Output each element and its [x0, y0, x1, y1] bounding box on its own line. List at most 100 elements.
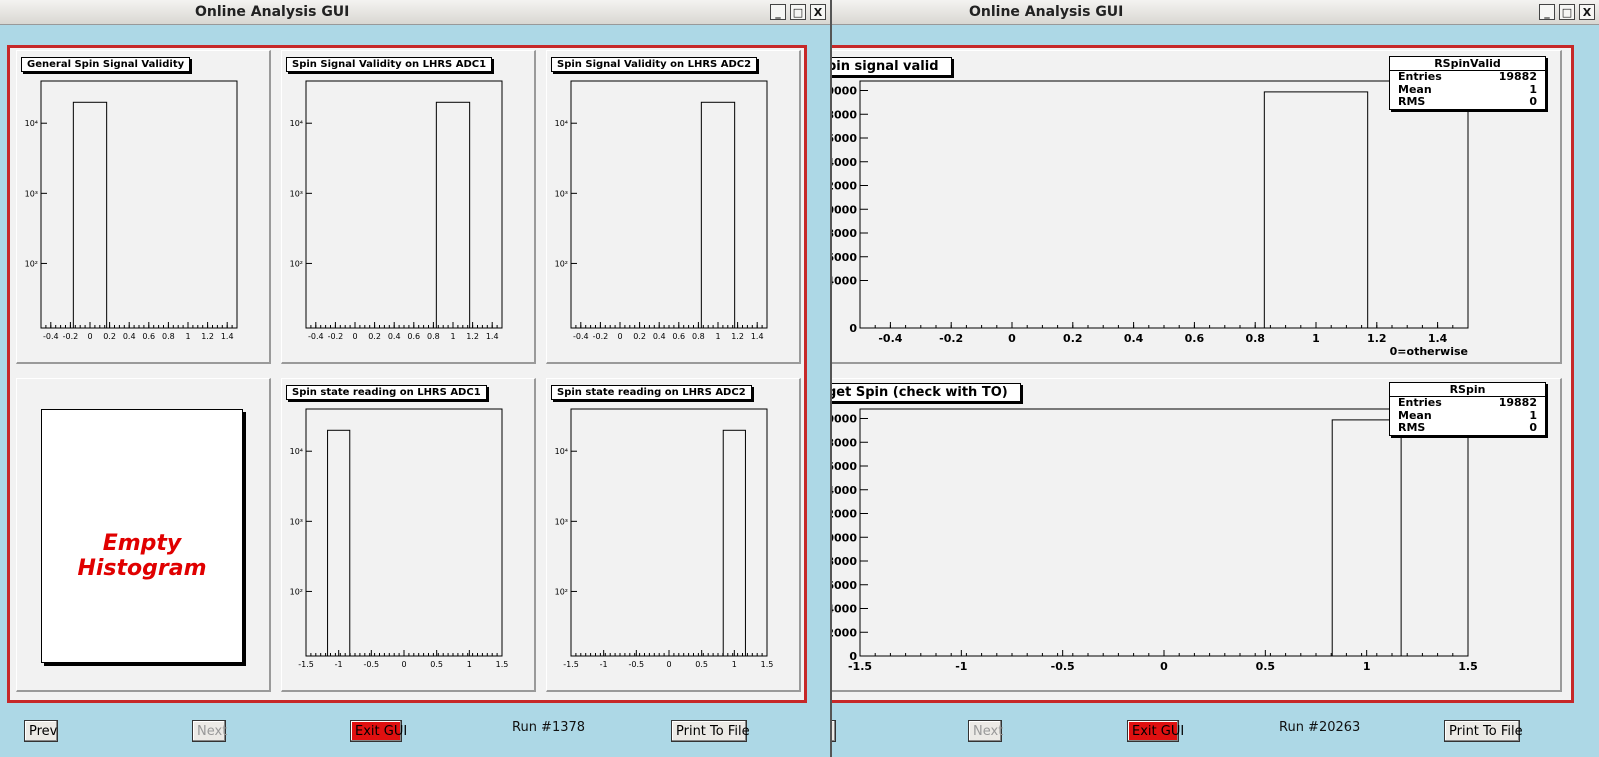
window-title: Online Analysis GUI	[195, 4, 350, 20]
y-tick-label: 4000	[832, 156, 857, 169]
x-tick-label: 1	[450, 332, 455, 341]
plot-frame	[305, 408, 503, 657]
stats-value: 0	[1529, 421, 1537, 434]
x-tick-label: 1.2	[201, 332, 214, 341]
y-tick-label: 10²	[25, 259, 38, 268]
x-tick-label: 1	[732, 660, 737, 669]
empty-histogram: Empty Histogram	[41, 409, 243, 663]
x-tick-label: -0.5	[1051, 660, 1075, 673]
x-tick-label: 1	[185, 332, 190, 341]
y-tick-label: 2000	[832, 508, 857, 521]
prev-button-partial[interactable]	[832, 720, 836, 742]
x-tick-label: 1.4	[221, 332, 234, 341]
x-tick-label: -1	[600, 660, 608, 669]
x-tick-label: -0.2	[328, 332, 344, 341]
plot-title: Spin state reading on LHRS ADC2	[551, 385, 752, 400]
histogram-plot: -1.5 -1 -0.5 0 0.5 1 1.5 10² 10³ 10⁴	[290, 408, 508, 669]
x-tick-label: -0.5	[364, 660, 380, 669]
plot-pad[interactable]: -0.4 -0.2 0 0.2 0.4 0.6 0.8 1 1.2 1.4 10² 10³ 10⁴ Sp…	[546, 50, 801, 364]
plot-frame	[305, 80, 503, 329]
x-tick-label: 0	[87, 332, 92, 341]
plot-title: pin signal valid	[832, 57, 952, 76]
next-button[interactable]: Next	[968, 720, 1003, 742]
canvas-frame: -0.4 -0.2 0 0.2 0.4 0.6 0.8 1 1.2 1.4 0 4000 6000 800…	[832, 45, 1574, 703]
x-tick-label: 0	[1008, 332, 1016, 345]
x-tick-label: 0.5	[1256, 660, 1276, 673]
y-tick-label: 2000	[832, 626, 857, 639]
y-tick-label: 10⁴	[25, 119, 38, 128]
y-tick-label: 8000	[832, 108, 857, 121]
x-tick-label: -1.5	[563, 660, 579, 669]
y-tick-label: 10²	[555, 587, 568, 596]
x-tick-label: 0.2	[368, 332, 381, 341]
plot-pad[interactable]: -1.5 -1 -0.5 0 0.5 1 1.5 10² 10³ 10⁴ Spin state r…	[281, 378, 536, 692]
plot-pad[interactable]: -0.4 -0.2 0 0.2 0.4 0.6 0.8 1 1.2 1.4 0 4000 6000 800…	[832, 50, 1562, 364]
x-tick-label: -0.4	[43, 332, 59, 341]
x-tick-label: 0	[666, 660, 671, 669]
analysis-window-left: Online Analysis GUI _ □ X -0.4 -0.2 0 0.2 0.…	[0, 0, 832, 757]
close-icon[interactable]: X	[810, 4, 826, 20]
canvas-frame: -0.4 -0.2 0 0.2 0.4 0.6 0.8 1 1.2 1.4 10² 10³ 10⁴ Ge…	[7, 45, 807, 703]
plot-frame	[570, 408, 768, 657]
plot-title: Spin Signal Validity on LHRS ADC2	[551, 57, 758, 72]
histogram-plot: -1.5 -1 -0.5 0 0.5 1 1.5 10² 10³ 10⁴	[555, 408, 773, 669]
x-tick-label: -1	[335, 660, 343, 669]
plot-frame	[859, 408, 1469, 657]
histogram-plot: -0.4 -0.2 0 0.2 0.4 0.6 0.8 1 1.2 1.4 10² 10³ 10⁴	[290, 80, 503, 341]
title-bar[interactable]: Online Analysis GUI _ □ X	[0, 0, 830, 25]
x-tick-label: 0.8	[1245, 332, 1265, 345]
x-tick-label: 1.4	[751, 332, 764, 341]
exit-gui-button[interactable]: Exit GUI	[350, 720, 407, 742]
x-tick-label: 0	[617, 332, 622, 341]
y-tick-label: 0	[849, 322, 857, 335]
exit-gui-button[interactable]: Exit GUI	[1127, 720, 1184, 742]
histogram-plot: -0.4 -0.2 0 0.2 0.4 0.6 0.8 1 1.2 1.4 10² 10³ 10⁴	[555, 80, 768, 341]
x-tick-label: -0.5	[629, 660, 645, 669]
y-tick-label: 8000	[832, 436, 857, 449]
plot-title: General Spin Signal Validity	[21, 57, 191, 72]
y-tick-label: 0000	[832, 413, 857, 426]
minimize-icon[interactable]: _	[770, 4, 786, 20]
stats-value: 19882	[1498, 70, 1537, 83]
y-tick-label: 10³	[290, 517, 303, 526]
plot-title: Spin state reading on LHRS ADC1	[286, 385, 487, 400]
plot-pad[interactable]: -1.5 -1 -0.5 0 0.5 1 1.5 10² 10³ 10⁴ Spin state r…	[546, 378, 801, 692]
plot-pad[interactable]: -0.4 -0.2 0 0.2 0.4 0.6 0.8 1 1.2 1.4 10² 10³ 10⁴ Ge…	[16, 50, 271, 364]
run-number-label: Run #20263	[1279, 720, 1361, 735]
plot-pad[interactable]: -1.5 -1 -0.5 0 0.5 1 1.5 0 2000 4000 6000 8000 0000 2…	[832, 378, 1562, 692]
y-tick-label: 8000	[832, 555, 857, 568]
y-tick-label: 6000	[832, 579, 857, 592]
plot-pad[interactable]: -0.4 -0.2 0 0.2 0.4 0.6 0.8 1 1.2 1.4 10² 10³ 10⁴ Sp…	[281, 50, 536, 364]
close-icon[interactable]: X	[1579, 4, 1595, 20]
maximize-icon[interactable]: □	[790, 4, 806, 20]
y-tick-label: 6000	[832, 251, 857, 264]
plot-frame	[570, 80, 768, 329]
y-tick-label: 10²	[555, 259, 568, 268]
stats-label: Entries	[1398, 396, 1442, 409]
title-bar[interactable]: Online Analysis GUI _ □ X	[832, 0, 1599, 25]
print-to-file-button[interactable]: Print To File	[1444, 720, 1523, 742]
x-tick-label: -1.5	[298, 660, 314, 669]
y-tick-label: 10²	[290, 259, 303, 268]
next-button[interactable]: Next	[192, 720, 227, 742]
empty-histogram-text: Empty Histogram	[77, 531, 207, 581]
y-tick-label: 10⁴	[555, 119, 568, 128]
y-tick-label: 0000	[832, 203, 857, 216]
plot-pad-empty[interactable]: Empty Histogram	[16, 378, 271, 692]
plot-frame	[859, 80, 1469, 329]
y-tick-label: 10³	[555, 189, 568, 198]
x-tick-label: 1	[1312, 332, 1320, 345]
x-tick-label: 0.8	[162, 332, 175, 341]
analysis-window-right: Online Analysis GUI _ □ X -0.4 -0.2 0 0.2 0.…	[832, 0, 1599, 757]
y-tick-label: 0000	[832, 85, 857, 98]
print-to-file-button[interactable]: Print To File	[671, 720, 750, 742]
x-tick-label: 0.2	[103, 332, 116, 341]
prev-button[interactable]: Prev	[24, 720, 58, 742]
minimize-icon[interactable]: _	[1539, 4, 1555, 20]
plot-frame	[40, 80, 238, 329]
x-tick-label: 0.8	[692, 332, 705, 341]
maximize-icon[interactable]: □	[1559, 4, 1575, 20]
x-tick-label: -0.4	[878, 332, 902, 345]
x-tick-label: 1	[467, 660, 472, 669]
stats-label: Entries	[1398, 70, 1442, 83]
